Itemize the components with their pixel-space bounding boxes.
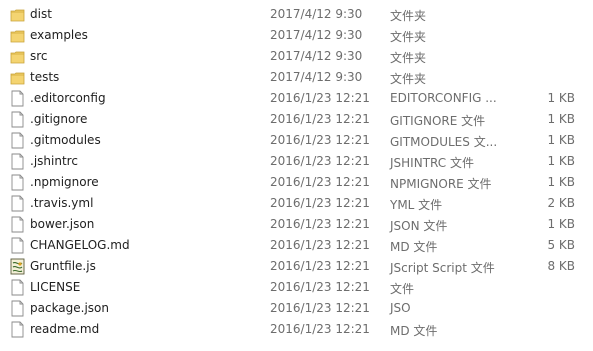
file-type: YML 文件 (390, 198, 443, 212)
file-type: 文件夹 (390, 72, 427, 86)
file-name: LICENSE (30, 280, 81, 294)
file-name: .gitignore (30, 112, 88, 126)
file-date: 2016/1/23 12:21 (270, 175, 370, 189)
file-date: 2016/1/23 12:21 (270, 112, 370, 126)
file-date: 2016/1/23 12:21 (270, 154, 370, 168)
file-name: .npmignore (30, 175, 99, 189)
file-row-changelog-md[interactable]: CHANGELOG.md 2016/1/23 12:21 MD 文件 5 KB (0, 235, 593, 256)
file-type: JSO (390, 301, 411, 315)
file-date: 2016/1/23 12:21 (270, 259, 370, 273)
file-size: 1 KB (547, 175, 575, 189)
file-name: .travis.yml (30, 196, 94, 210)
file-icon (10, 174, 25, 191)
file-date: 2016/1/23 12:21 (270, 91, 370, 105)
file-icon (10, 321, 25, 338)
file-type: 文件夹 (390, 30, 427, 44)
file-row-license[interactable]: LICENSE 2016/1/23 12:21 文件 (0, 277, 593, 298)
file-type: JScript Script 文件 (390, 261, 495, 275)
folder-icon (10, 69, 25, 86)
file-row-examples[interactable]: examples 2017/4/12 9:30 文件夹 (0, 25, 593, 46)
file-type: GITIGNORE 文件 (390, 114, 486, 128)
file-icon (10, 216, 25, 233)
file-type: MD 文件 (390, 240, 438, 254)
file-row-npmignore[interactable]: .npmignore 2016/1/23 12:21 NPMIGNORE 文件 … (0, 172, 593, 193)
file-size: 1 KB (547, 91, 575, 105)
file-icon (10, 153, 25, 170)
file-size: 1 KB (547, 154, 575, 168)
folder-icon (10, 6, 25, 23)
file-icon (10, 132, 25, 149)
file-size: 5 KB (547, 238, 575, 252)
folder-icon (10, 27, 25, 44)
file-row-bower-json[interactable]: bower.json 2016/1/23 12:21 JSON 文件 1 KB (0, 214, 593, 235)
file-date: 2016/1/23 12:21 (270, 280, 370, 294)
file-date: 2017/4/12 9:30 (270, 28, 363, 42)
file-date: 2016/1/23 12:21 (270, 238, 370, 252)
file-row-dist[interactable]: dist 2017/4/12 9:30 文件夹 (0, 4, 593, 25)
file-row-readme-md[interactable]: readme.md 2016/1/23 12:21 MD 文件 (0, 319, 593, 340)
file-name: readme.md (30, 322, 100, 336)
file-type: JSON 文件 (390, 219, 448, 233)
file-date: 2016/1/23 12:21 (270, 196, 370, 210)
file-icon (10, 90, 25, 107)
file-name: tests (30, 70, 60, 84)
file-row-gitignore[interactable]: .gitignore 2016/1/23 12:21 GITIGNORE 文件 … (0, 109, 593, 130)
folder-icon (10, 48, 25, 65)
file-row-tests[interactable]: tests 2017/4/12 9:30 文件夹 (0, 67, 593, 88)
file-name: Gruntfile.js (30, 259, 96, 273)
file-row-gitmodules[interactable]: .gitmodules 2016/1/23 12:21 GITMODULES 文… (0, 130, 593, 151)
jscript-icon (10, 258, 25, 275)
file-type: JSHINTRC 文件 (390, 156, 474, 170)
file-date: 2016/1/23 12:21 (270, 301, 370, 315)
file-date: 2016/1/23 12:21 (270, 322, 370, 336)
file-name: dist (30, 7, 52, 21)
file-date: 2016/1/23 12:21 (270, 133, 370, 147)
file-icon (10, 195, 25, 212)
file-type: MD 文件 (390, 324, 438, 338)
file-size: 1 KB (547, 133, 575, 147)
file-icon (10, 279, 25, 296)
file-icon (10, 237, 25, 254)
file-name: CHANGELOG.md (30, 238, 130, 252)
file-row-travis-yml[interactable]: .travis.yml 2016/1/23 12:21 YML 文件 2 KB (0, 193, 593, 214)
file-name: bower.json (30, 217, 95, 231)
file-row-jshintrc[interactable]: .jshintrc 2016/1/23 12:21 JSHINTRC 文件 1 … (0, 151, 593, 172)
file-row-src[interactable]: src 2017/4/12 9:30 文件夹 (0, 46, 593, 67)
file-size: 8 KB (547, 259, 575, 273)
file-size: 2 KB (547, 196, 575, 210)
file-icon (10, 300, 25, 317)
file-row-editorconfig[interactable]: .editorconfig 2016/1/23 12:21 EDITORCONF… (0, 88, 593, 109)
file-size: 1 KB (547, 217, 575, 231)
file-type: 文件 (390, 282, 415, 296)
file-type: GITMODULES 文... (390, 135, 498, 149)
file-icon (10, 111, 25, 128)
file-row-gruntfile-js[interactable]: Gruntfile.js 2016/1/23 12:21 JScript Scr… (0, 256, 593, 277)
file-type: EDITORCONFIG ... (390, 91, 497, 105)
obscured-region (412, 297, 593, 317)
file-name: .jshintrc (30, 154, 78, 168)
file-name: src (30, 49, 48, 63)
file-name: .gitmodules (30, 133, 101, 147)
file-name: examples (30, 28, 88, 42)
file-date: 2017/4/12 9:30 (270, 7, 363, 21)
file-name: .editorconfig (30, 91, 106, 105)
file-type: 文件夹 (390, 9, 427, 23)
file-date: 2016/1/23 12:21 (270, 217, 370, 231)
file-name: package.json (30, 301, 110, 315)
file-type: NPMIGNORE 文件 (390, 177, 492, 191)
file-size: 1 KB (547, 112, 575, 126)
file-date: 2017/4/12 9:30 (270, 70, 363, 84)
file-list: dist 2017/4/12 9:30 文件夹 examples 2017/4/… (0, 0, 593, 351)
file-type: 文件夹 (390, 51, 427, 65)
file-date: 2017/4/12 9:30 (270, 49, 363, 63)
